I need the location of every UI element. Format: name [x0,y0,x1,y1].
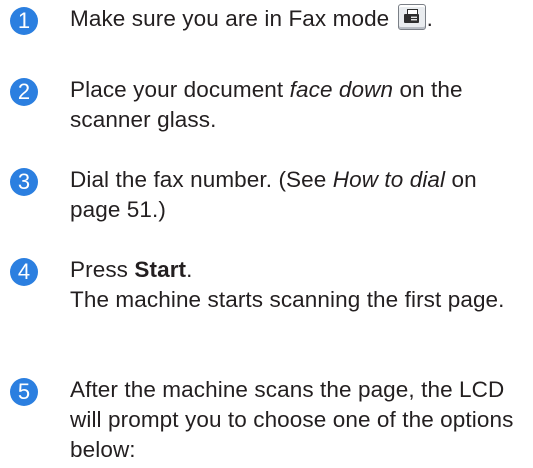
step-number-badge: 1 [10,7,38,35]
step-text-part: . [186,257,193,282]
step-text: Press Start. The machine starts scanning … [70,255,525,315]
step-text-part: Press [70,257,135,282]
step-text-part: . [426,6,434,31]
step-text-part: Make sure you are in Fax mode [70,6,396,31]
step-text-part: Dial the fax number. (See [70,167,333,192]
step-text-note: The machine starts scanning the first pa… [70,287,505,312]
step-text: Dial the fax number. (See How to dial on… [70,165,525,225]
fax-mode-icon [397,4,426,30]
step-text: Place your document face down on the sca… [70,75,525,135]
step-number-badge: 4 [10,258,38,286]
step-text: After the machine scans the page, the LC… [70,377,514,462]
step-text: Make sure you are in Fax mode . [70,4,525,34]
step-text-link-reference: How to dial [332,167,446,192]
step-text-emphasis: face down [289,77,394,102]
step-number-badge: 5 [10,378,38,406]
step-number-badge: 3 [10,168,38,196]
start-key-label: Start [134,257,187,282]
step-number-badge: 2 [10,78,38,106]
step-text-part: Place your document [70,77,290,102]
